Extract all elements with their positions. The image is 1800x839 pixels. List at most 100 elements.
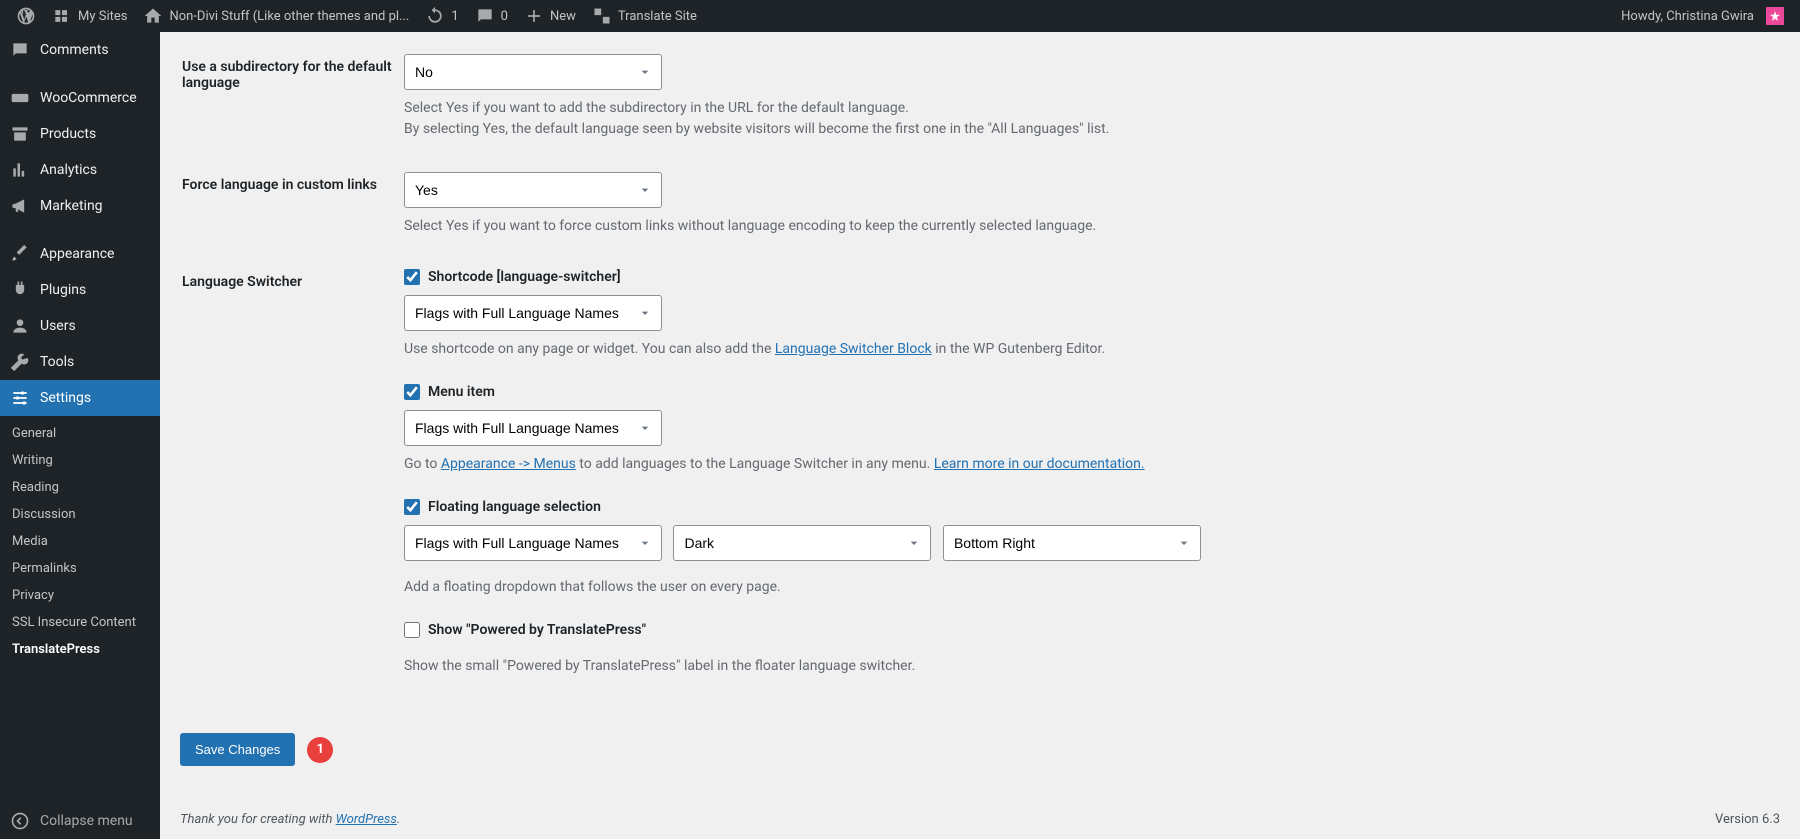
menuitem-checkbox[interactable] [404, 384, 420, 400]
sidebar-item-comments[interactable]: Comments [0, 32, 160, 68]
user-icon [10, 316, 30, 336]
collapse-label: Collapse menu [40, 813, 133, 829]
subdir-select[interactable]: No [404, 54, 662, 90]
comment-icon [10, 40, 30, 60]
site-name-label: Non-Divi Stuff (Like other themes and pl… [169, 9, 409, 24]
translate-label: Translate Site [618, 9, 697, 24]
shortcode-style-select[interactable]: Flags with Full Language Names [404, 295, 662, 331]
appearance-menus-link[interactable]: Appearance -> Menus [441, 456, 576, 472]
settings-page: Use a subdirectory for the default langu… [160, 32, 1800, 839]
force-label: Force language in custom links [182, 162, 402, 257]
powered-desc: Show the small "Powered by TranslatePres… [404, 656, 1768, 677]
comments-count: 0 [501, 9, 508, 24]
plug-icon [10, 280, 30, 300]
avatar-icon [1766, 7, 1784, 25]
sidebar-item-label: Appearance [40, 246, 114, 262]
admin-toolbar: My Sites Non-Divi Stuff (Like other them… [0, 0, 1800, 32]
submenu-discussion[interactable]: Discussion [0, 501, 160, 528]
powered-checkbox[interactable] [404, 622, 420, 638]
sidebar-item-label: Comments [40, 42, 109, 58]
chart-icon [10, 160, 30, 180]
sidebar-item-users[interactable]: Users [0, 308, 160, 344]
floating-desc: Add a floating dropdown that follows the… [404, 577, 1768, 598]
site-name-link[interactable]: Non-Divi Stuff (Like other themes and pl… [135, 0, 417, 32]
settings-submenu: General Writing Reading Discussion Media… [0, 416, 160, 671]
wordpress-link[interactable]: WordPress [336, 812, 397, 827]
sidebar-item-woocommerce[interactable]: WooCommerce [0, 80, 160, 116]
comments-link[interactable]: 0 [467, 0, 516, 32]
submenu-general[interactable]: General [0, 420, 160, 447]
sidebar-item-appearance[interactable]: Appearance [0, 236, 160, 272]
submenu-media[interactable]: Media [0, 528, 160, 555]
sidebar-item-label: Products [40, 126, 96, 142]
submenu-reading[interactable]: Reading [0, 474, 160, 501]
sidebar-item-label: WooCommerce [40, 90, 137, 106]
sidebar-item-analytics[interactable]: Analytics [0, 152, 160, 188]
translate-site-link[interactable]: Translate Site [584, 0, 705, 32]
submenu-ssl[interactable]: SSL Insecure Content [0, 609, 160, 636]
updates-count: 1 [451, 9, 458, 24]
sidebar-item-label: Users [40, 318, 76, 334]
powered-check-label[interactable]: Show "Powered by TranslatePress" [404, 622, 646, 638]
submenu-translatepress[interactable]: TranslatePress [0, 636, 160, 663]
sidebar-item-label: Analytics [40, 162, 97, 178]
submenu-privacy[interactable]: Privacy [0, 582, 160, 609]
translate-icon [592, 6, 612, 26]
megaphone-icon [10, 196, 30, 216]
wp-logo[interactable] [8, 0, 44, 32]
account-link[interactable]: Howdy, Christina Gwira [1613, 0, 1792, 32]
admin-footer: Thank you for creating with WordPress. V… [180, 812, 1780, 827]
plus-icon [524, 6, 544, 26]
floating-position-select[interactable]: Bottom Right [943, 525, 1201, 561]
sidebar-item-products[interactable]: Products [0, 116, 160, 152]
wrench-icon [10, 352, 30, 372]
home-icon [143, 6, 163, 26]
new-label: New [550, 9, 576, 24]
comment-icon [475, 6, 495, 26]
sliders-icon [10, 388, 30, 408]
subdir-desc2: By selecting Yes, the default language s… [404, 121, 1109, 137]
sidebar-item-label: Tools [40, 354, 74, 370]
shortcode-checkbox[interactable] [404, 269, 420, 285]
sidebar-item-label: Settings [40, 390, 91, 406]
archive-icon [10, 124, 30, 144]
admin-sidebar: Comments WooCommerce Products Analytics … [0, 32, 160, 839]
floating-style-select[interactable]: Flags with Full Language Names [404, 525, 662, 561]
updates-link[interactable]: 1 [417, 0, 466, 32]
wordpress-icon [16, 6, 36, 26]
sidebar-item-tools[interactable]: Tools [0, 344, 160, 380]
version-label: Version 6.3 [1715, 812, 1780, 827]
sidebar-item-plugins[interactable]: Plugins [0, 272, 160, 308]
multisite-icon [52, 6, 72, 26]
my-sites-link[interactable]: My Sites [44, 0, 135, 32]
collapse-menu-button[interactable]: Collapse menu [0, 803, 160, 839]
sidebar-item-marketing[interactable]: Marketing [0, 188, 160, 224]
refresh-icon [425, 6, 445, 26]
floating-checkbox[interactable] [404, 499, 420, 515]
force-desc: Select Yes if you want to force custom l… [404, 216, 1768, 237]
collapse-icon [10, 811, 30, 831]
sidebar-item-settings[interactable]: Settings [0, 380, 160, 416]
my-sites-label: My Sites [78, 9, 127, 24]
woo-icon [10, 88, 30, 108]
menuitem-style-select[interactable]: Flags with Full Language Names [404, 410, 662, 446]
submenu-writing[interactable]: Writing [0, 447, 160, 474]
submenu-permalinks[interactable]: Permalinks [0, 555, 160, 582]
subdir-label: Use a subdirectory for the default langu… [182, 44, 402, 160]
subdir-desc1: Select Yes if you want to add the subdir… [404, 100, 909, 116]
sidebar-item-label: Marketing [40, 198, 103, 214]
howdy-label: Howdy, Christina Gwira [1621, 9, 1754, 24]
sidebar-item-label: Plugins [40, 282, 86, 298]
menuitem-check-label[interactable]: Menu item [404, 384, 495, 400]
brush-icon [10, 244, 30, 264]
switcher-label: Language Switcher [182, 259, 402, 721]
floating-check-label[interactable]: Floating language selection [404, 499, 601, 515]
floating-theme-select[interactable]: Dark [673, 525, 931, 561]
docs-link[interactable]: Learn more in our documentation. [934, 456, 1145, 472]
new-link[interactable]: New [516, 0, 584, 32]
force-select[interactable]: Yes [404, 172, 662, 208]
switcher-block-link[interactable]: Language Switcher Block [775, 341, 932, 357]
annotation-badge: 1 [307, 737, 333, 763]
shortcode-check-label[interactable]: Shortcode [language-switcher] [404, 269, 621, 285]
save-button[interactable]: Save Changes [180, 733, 295, 766]
